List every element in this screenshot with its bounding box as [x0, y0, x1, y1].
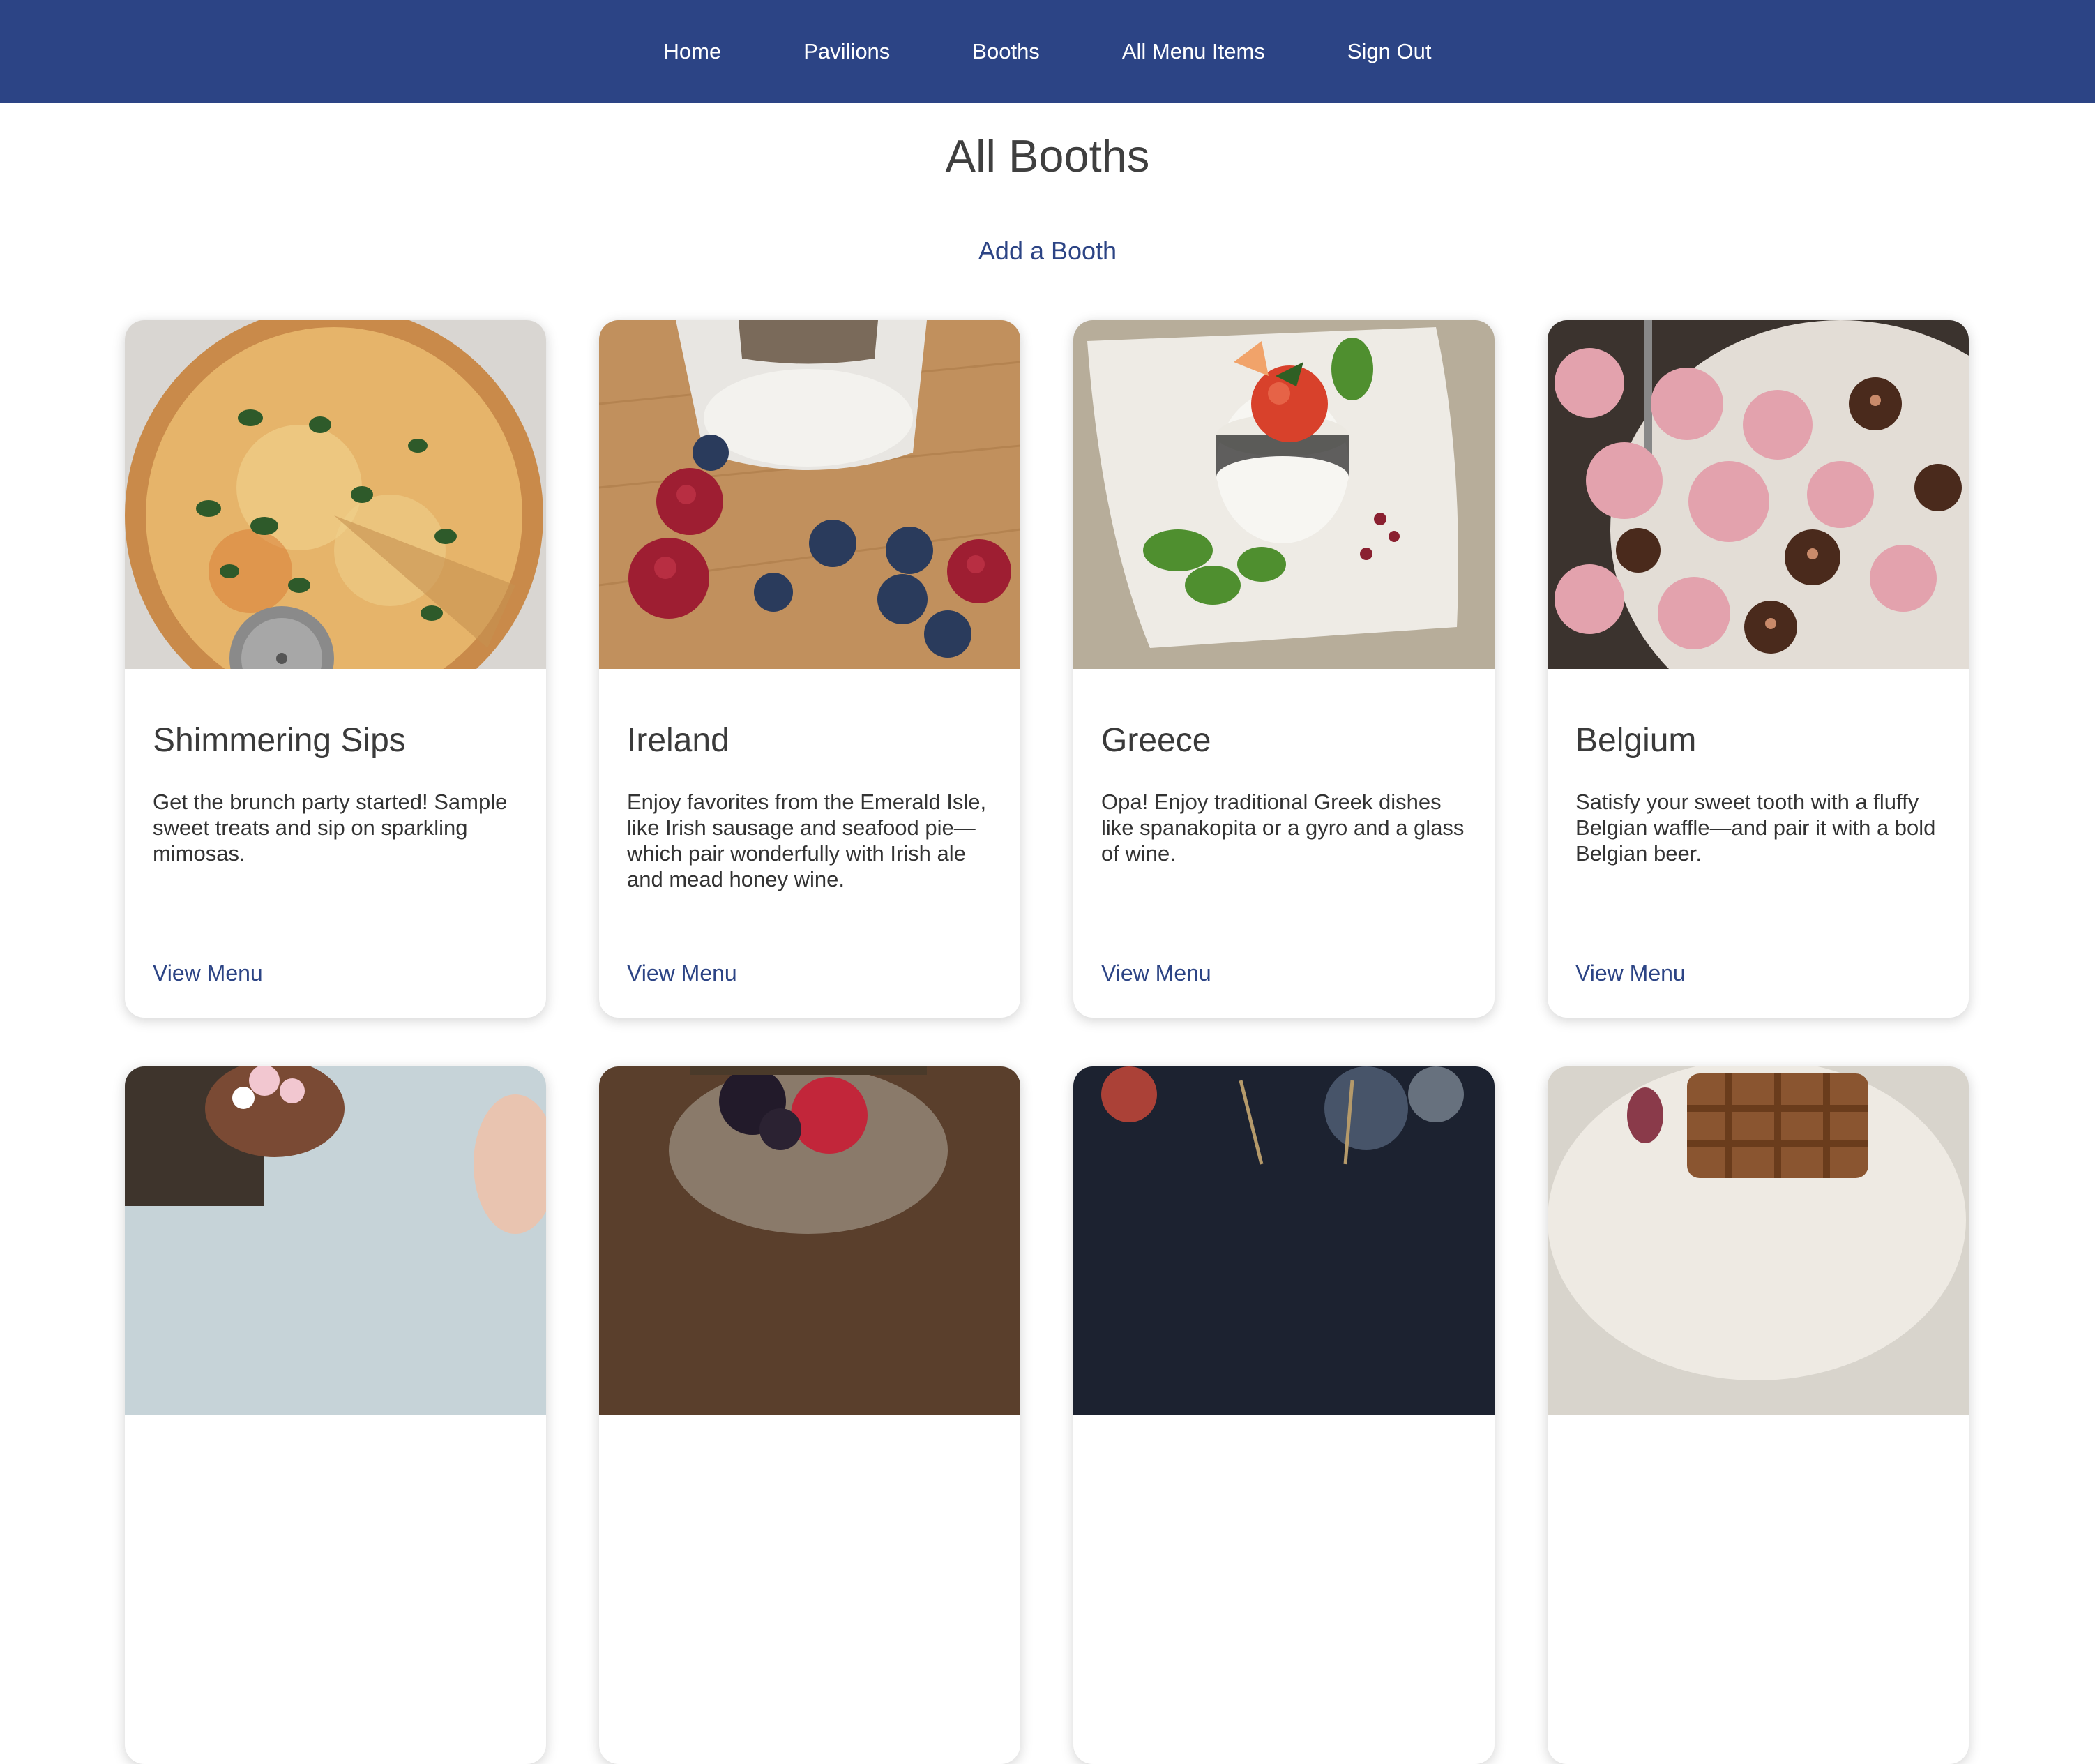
top-navigation-bar: Home Pavilions Booths All Menu Items Sig… [0, 0, 2095, 103]
booth-image-pizza [125, 320, 546, 669]
booth-image-tomato-plate [1073, 320, 1495, 669]
booth-name: Greece [1101, 722, 1211, 759]
view-menu-link[interactable]: View Menu [153, 960, 263, 986]
booth-image-skewer [1073, 1066, 1495, 1415]
booth-image-cupcakes [1548, 320, 1969, 669]
booth-card [599, 1066, 1020, 1764]
booth-description: Opa! Enjoy traditional Greek dishes like… [1101, 790, 1465, 866]
booth-card: Ireland Enjoy favorites from the Emerald… [599, 320, 1020, 1018]
nav-pavilions[interactable]: Pavilions [803, 39, 890, 64]
add-booth-link[interactable]: Add a Booth [0, 236, 2095, 266]
booth-description: Get the brunch party started! Sample swe… [153, 790, 508, 866]
booth-image-dessert-cup [125, 1066, 546, 1415]
view-menu-link[interactable]: View Menu [627, 960, 737, 986]
booth-description: Satisfy your sweet tooth with a fluffy B… [1575, 790, 1936, 866]
booth-name: Shimmering Sips [153, 722, 406, 759]
booth-description: Enjoy favorites from the Emerald Isle, l… [627, 790, 987, 891]
booth-image-waffle [1548, 1066, 1969, 1415]
booth-card: Greece Opa! Enjoy traditional Greek dish… [1073, 320, 1495, 1018]
booth-image-berry-jar [599, 1066, 1020, 1415]
nav-all-menu-items[interactable]: All Menu Items [1122, 39, 1265, 64]
nav-sign-out[interactable]: Sign Out [1347, 39, 1432, 64]
booth-card [1073, 1066, 1495, 1764]
nav-home[interactable]: Home [664, 39, 722, 64]
booth-card: Belgium Satisfy your sweet tooth with a … [1548, 320, 1969, 1018]
page-title: All Booths [945, 130, 1150, 181]
booth-name: Belgium [1575, 722, 1697, 759]
nav-booths[interactable]: Booths [972, 39, 1040, 64]
booth-image-berries [599, 320, 1020, 669]
booth-card [1548, 1066, 1969, 1764]
booth-card: Shimmering Sips Get the brunch party sta… [125, 320, 546, 1018]
booth-card [125, 1066, 546, 1764]
view-menu-link[interactable]: View Menu [1101, 960, 1211, 986]
view-menu-link[interactable]: View Menu [1575, 960, 1686, 986]
booth-name: Ireland [627, 722, 729, 759]
